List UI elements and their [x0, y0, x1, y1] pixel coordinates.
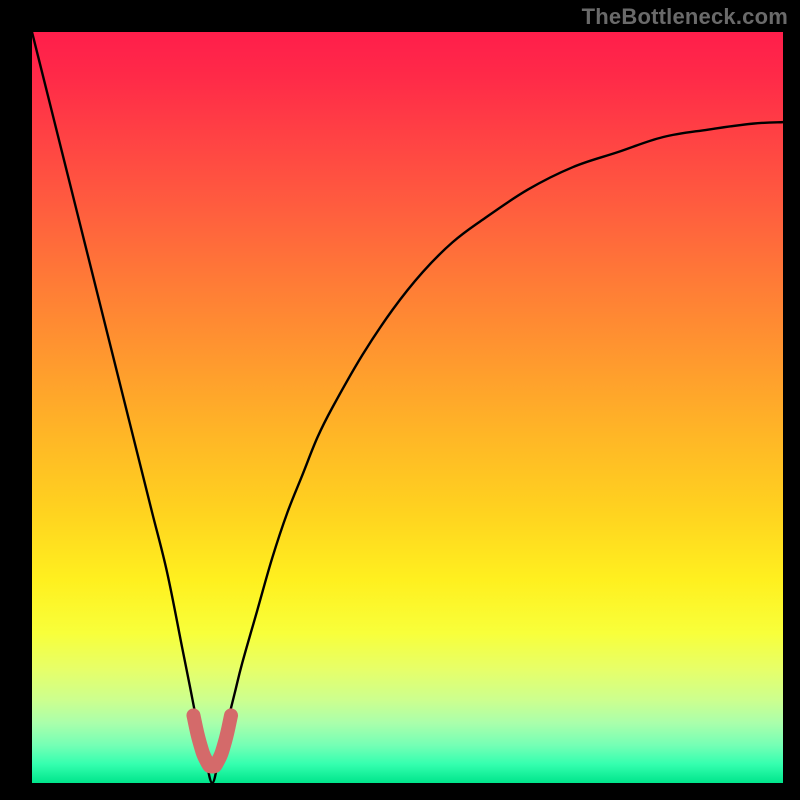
outer-frame: TheBottleneck.com	[0, 0, 800, 800]
plot-area	[32, 32, 783, 783]
watermark-text: TheBottleneck.com	[582, 4, 788, 30]
chart-svg	[32, 32, 783, 783]
gradient-background	[32, 32, 783, 783]
